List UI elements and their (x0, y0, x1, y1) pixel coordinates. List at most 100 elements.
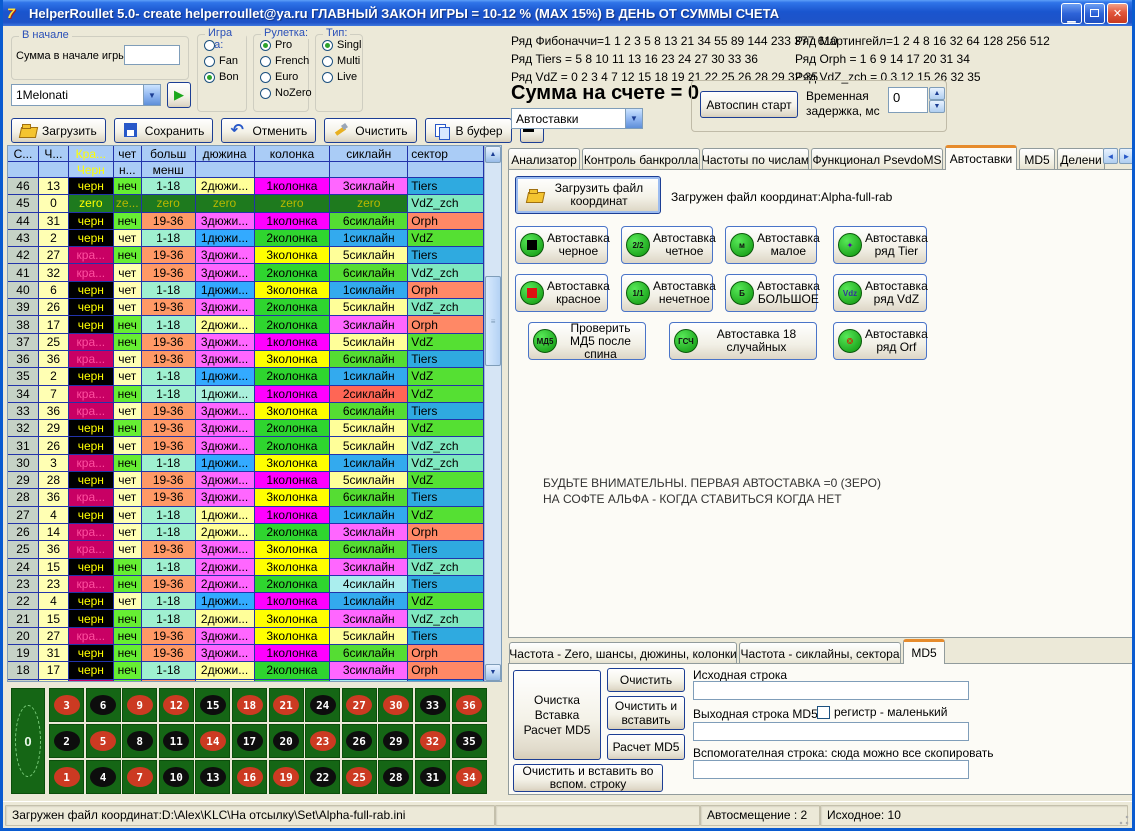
radio-icon[interactable] (322, 72, 333, 83)
autobets-combobox[interactable]: Автоставки ▼ (511, 108, 643, 129)
column-header[interactable] (255, 162, 331, 178)
roulette-number-cell[interactable]: 14 (195, 724, 230, 758)
tab-функционал-psevdoms[interactable]: Функционал PsevdoMS (811, 148, 943, 170)
table-scrollbar[interactable]: ▲ ≡ ▼ (484, 146, 501, 681)
radio-option-pro[interactable]: Pro (260, 39, 308, 51)
radio-option-fan[interactable]: Fan (204, 55, 246, 67)
radio-icon[interactable] (260, 88, 271, 99)
roulette-number-cell[interactable]: 8 (122, 724, 157, 758)
chevron-down-icon[interactable]: ▼ (143, 85, 160, 105)
column-header[interactable]: Черн (69, 162, 114, 178)
roulette-number-cell[interactable]: 30 (378, 688, 413, 722)
toolbar-button-floppy[interactable]: Сохранить (114, 118, 214, 143)
toolbar-button-undo[interactable]: Отменить (221, 118, 316, 143)
roulette-number-cell[interactable]: 6 (86, 688, 121, 722)
column-header[interactable] (330, 162, 408, 178)
md5-case-checkbox[interactable]: регистр - маленький (817, 705, 947, 719)
spinner-up-icon[interactable]: ▲ (929, 87, 945, 100)
autobet-button-vdz[interactable]: VdzАвтоставка ряд VdZ (833, 274, 927, 312)
roulette-number-cell[interactable]: 5 (86, 724, 121, 758)
roulette-number-cell[interactable]: 26 (342, 724, 377, 758)
checkbox-icon[interactable] (817, 706, 830, 719)
play-button[interactable]: ▶ (167, 82, 191, 108)
autobet-button-tier[interactable]: ✦Автоставка ряд Tier (833, 226, 927, 264)
autobet-button-random[interactable]: ГСЧАвтоставка 18 случайных (669, 322, 817, 360)
tab-scroll-left-icon[interactable]: ◄ (1103, 148, 1118, 164)
resize-grip[interactable] (1118, 814, 1130, 826)
md5-source-input[interactable] (693, 681, 969, 700)
column-header[interactable] (8, 162, 39, 178)
md5-big-button[interactable]: Очистка Вставка Расчет MD5 (513, 670, 601, 760)
column-header[interactable]: Ч... (39, 146, 69, 162)
md5-out-input[interactable] (693, 722, 969, 741)
roulette-number-cell[interactable]: 2 (49, 724, 84, 758)
roulette-number-cell[interactable]: 24 (305, 688, 340, 722)
autobet-button-odd[interactable]: 1/1Автоставка нечетное (621, 274, 713, 312)
autobet-button-orf[interactable]: ❂Автоставка ряд Orf (833, 322, 927, 360)
column-header[interactable]: сектор (408, 146, 484, 162)
column-header[interactable]: менш (142, 162, 196, 178)
radio-option-bon[interactable]: Bon (204, 71, 246, 83)
column-header[interactable]: сиклайн (330, 146, 408, 162)
radio-icon[interactable] (260, 72, 271, 83)
md5-clear-paste-aux-button[interactable]: Очистить и вставить во вспом. строку (513, 764, 663, 792)
load-coords-button[interactable]: Загрузить файл координат (515, 176, 661, 214)
radio-option-multi[interactable]: Multi (322, 55, 362, 67)
tab-md5[interactable]: MD5 (903, 639, 945, 664)
column-header[interactable]: н... (114, 162, 142, 178)
radio-option-euro[interactable]: Euro (260, 71, 308, 83)
tab-автоставки[interactable]: Автоставки (945, 145, 1017, 170)
autobet-button-big[interactable]: БАвтоставка БОЛЬШОЕ (725, 274, 817, 312)
radio-icon[interactable] (204, 40, 215, 51)
column-header[interactable] (408, 162, 484, 178)
md5-clear-button[interactable]: Очистить (607, 668, 685, 692)
md5-aux-input[interactable] (693, 760, 969, 779)
toolbar-button-folder-open[interactable]: Загрузить (11, 118, 106, 143)
md5-clear-paste-button[interactable]: Очистить и вставить (607, 696, 685, 730)
spinner-down-icon[interactable]: ▼ (929, 100, 945, 113)
radio-icon[interactable] (204, 56, 215, 67)
strategy-combobox[interactable]: 1Melonati ▼ (11, 84, 161, 106)
autobet-button-small[interactable]: мАвтоставка малое (725, 226, 817, 264)
roulette-number-cell[interactable]: 29 (378, 724, 413, 758)
roulette-number-cell[interactable]: 32 (415, 724, 450, 758)
column-header[interactable]: чет (114, 146, 142, 162)
tab-частота-zero-шансы-дюжины-колонки[interactable]: Частота - Zero, шансы, дюжины, колонки (509, 642, 737, 664)
roulette-number-cell[interactable]: 12 (159, 688, 194, 722)
roulette-number-cell[interactable]: 21 (269, 688, 304, 722)
roulette-number-cell[interactable]: 11 (159, 724, 194, 758)
maximize-button[interactable] (1084, 3, 1105, 24)
autobet-button-even[interactable]: 2/2Автоставка четное (621, 226, 713, 264)
tab-контроль-банкролла[interactable]: Контроль банкролла (582, 148, 700, 170)
autobet-button-black-square[interactable]: Автоставка черное (515, 226, 608, 264)
roulette-number-cell[interactable]: 16 (232, 760, 267, 794)
column-header[interactable] (39, 162, 69, 178)
column-header[interactable]: больш (142, 146, 196, 162)
roulette-number-cell[interactable]: 18 (232, 688, 267, 722)
radio-icon[interactable] (260, 40, 271, 51)
close-button[interactable]: ✕ (1107, 3, 1128, 24)
roulette-zero-cell[interactable]: 0 (11, 688, 45, 794)
column-header[interactable]: Кра... (69, 146, 114, 162)
tab-частоты-по-числам[interactable]: Частоты по числам (702, 148, 809, 170)
roulette-number-cell[interactable]: 1 (49, 760, 84, 794)
column-header[interactable] (196, 162, 255, 178)
roulette-number-cell[interactable]: 25 (342, 760, 377, 794)
radio-option-singl[interactable]: Singl (322, 39, 362, 51)
radio-icon[interactable] (260, 56, 271, 67)
column-header[interactable]: С... (8, 146, 39, 162)
roulette-number-cell[interactable]: 20 (269, 724, 304, 758)
roulette-number-cell[interactable]: 19 (269, 760, 304, 794)
roulette-number-cell[interactable]: 31 (415, 760, 450, 794)
roulette-number-cell[interactable]: 27 (342, 688, 377, 722)
roulette-number-cell[interactable]: 15 (195, 688, 230, 722)
radio-option-live[interactable]: Live (322, 71, 362, 83)
chevron-down-icon[interactable]: ▼ (625, 109, 642, 128)
md5-calc-button[interactable]: Расчет MD5 (607, 734, 685, 760)
delay-value[interactable]: 0 (888, 87, 928, 113)
radio-option-nozero[interactable]: NoZero (260, 87, 308, 99)
roulette-number-cell[interactable]: 28 (378, 760, 413, 794)
roulette-number-cell[interactable]: 7 (122, 760, 157, 794)
roulette-number-cell[interactable]: 3 (49, 688, 84, 722)
roulette-number-cell[interactable]: 17 (232, 724, 267, 758)
